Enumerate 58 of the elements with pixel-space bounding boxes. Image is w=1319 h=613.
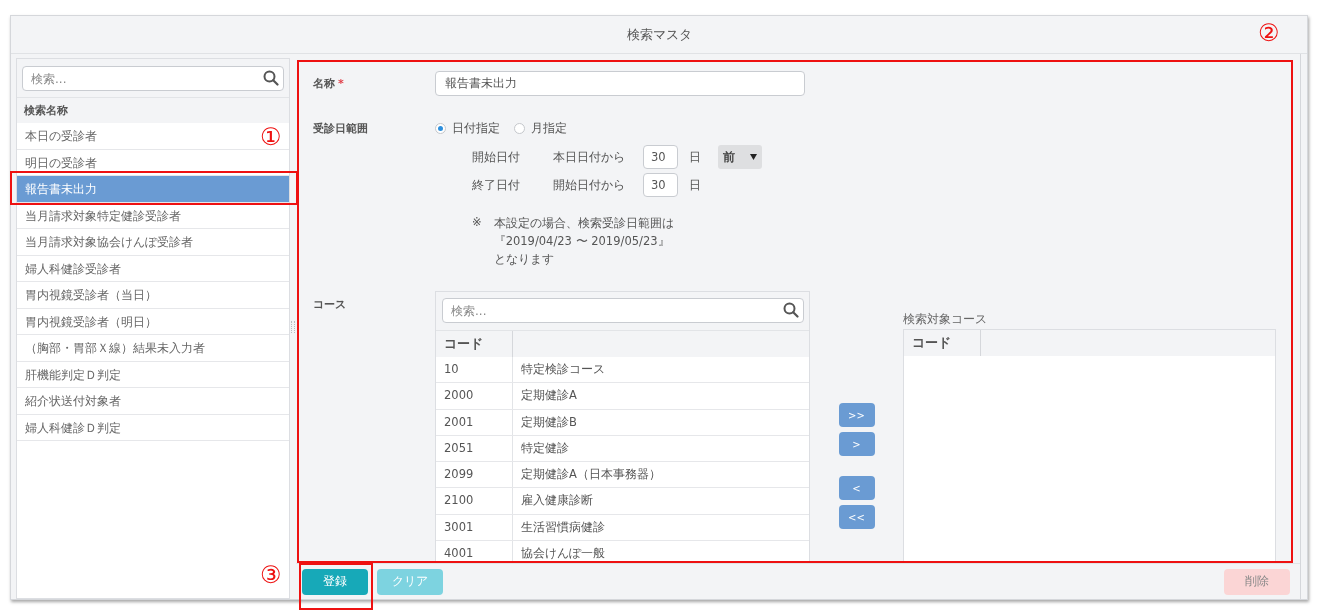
annotation-number: ① <box>260 124 282 150</box>
list-item[interactable]: 肝機能判定Ｄ判定 <box>17 361 289 388</box>
table-cell: 2099 <box>436 462 513 488</box>
table-cell: 3001 <box>436 514 513 541</box>
field-label: 名称 <box>313 76 335 91</box>
list-item[interactable]: 胃内視鏡受診者（当日） <box>17 282 289 309</box>
search-icon <box>783 302 799 318</box>
field-label: 本日日付から <box>553 149 626 165</box>
radio-button[interactable] <box>435 123 446 134</box>
name-input[interactable]: 報告書未出力 <box>435 71 805 96</box>
field-label: コース <box>313 297 346 312</box>
table-cell-text: 定期健診A <box>520 387 577 405</box>
caret-icon <box>750 154 757 160</box>
field-label: 開始日付から <box>553 177 626 193</box>
table-cell: 2000 <box>436 383 513 409</box>
note-mark: ※ <box>472 215 482 231</box>
field-label: 終了日付 <box>472 177 521 193</box>
direction-select[interactable]: 前 <box>718 145 762 169</box>
radio-button[interactable] <box>514 123 525 134</box>
table-cell-text: 特定健診 <box>520 439 569 457</box>
list-item[interactable]: 当月請求対象特定健診受診者 <box>17 202 289 229</box>
panel-title: 検索対象コース <box>903 312 988 328</box>
radio-label[interactable]: 日付指定 <box>452 121 500 136</box>
splitter-handle[interactable] <box>291 320 295 333</box>
table-cell-text: 特定検診コース <box>520 361 605 378</box>
list-item[interactable]: （胸部・胃部Ｘ線）結果未入力者 <box>17 335 289 362</box>
unit-label: 日 <box>689 149 702 165</box>
note-text: となります <box>493 251 555 267</box>
note-text: 『2019/04/23 〜 2019/05/23』 <box>493 233 671 249</box>
table-cell: 2051 <box>436 435 513 462</box>
column-header: コード <box>904 330 981 356</box>
table-cell-text: 雇入健康診断 <box>520 492 593 510</box>
field-label: 受診日範囲 <box>313 121 368 136</box>
table-cell: 10 <box>436 357 513 383</box>
list-item[interactable]: 婦人科健診Ｄ判定 <box>17 414 289 441</box>
table-cell: 2100 <box>436 488 513 514</box>
column-header: 検索名称 <box>23 103 69 119</box>
note-text: 本設定の場合、検索受診日範囲は <box>493 215 674 231</box>
number-input[interactable]: 30 <box>643 173 678 197</box>
search-field[interactable]: 検索... <box>22 66 284 91</box>
required-mark: * <box>338 77 344 90</box>
search-field[interactable]: 検索... <box>442 298 804 323</box>
table-cell: 2001 <box>436 409 513 435</box>
list-item[interactable]: 婦人科健診受診者 <box>17 255 289 282</box>
table-cell-text: 協会けんぽ一般 <box>520 545 605 561</box>
radio-label[interactable]: 月指定 <box>531 121 567 136</box>
list-item[interactable]: 当月請求対象協会けんぽ受診者 <box>17 229 289 256</box>
annotation-number: ② <box>1258 20 1280 46</box>
list-item[interactable]: 紹介状送付対象者 <box>17 388 289 415</box>
search-icon <box>263 70 279 86</box>
table-cell-text: 定期健診B <box>520 413 577 431</box>
table-cell-text: 生活習慣病健診 <box>520 518 605 536</box>
list-item[interactable]: 胃内視鏡受診者（明日） <box>17 308 289 335</box>
annotation-number: ③ <box>260 562 282 588</box>
table-cell-text: 定期健診A（日本事務器） <box>520 466 661 484</box>
unit-label: 日 <box>689 177 702 193</box>
number-input[interactable]: 30 <box>643 145 678 169</box>
field-label: 開始日付 <box>472 149 521 165</box>
